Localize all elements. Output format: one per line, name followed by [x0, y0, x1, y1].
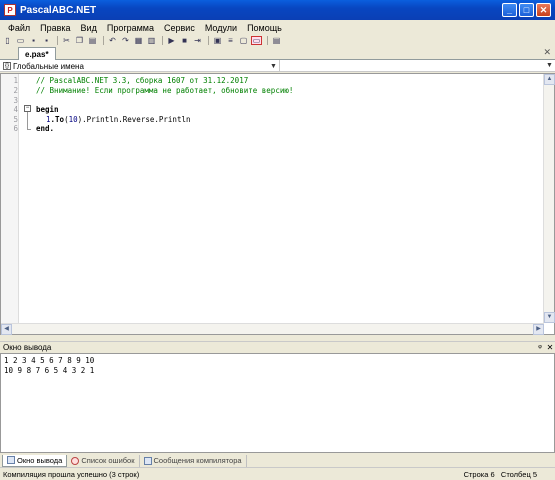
- scroll-left-icon[interactable]: ◀: [1, 324, 12, 335]
- status-bar: Компиляция прошла успешно (3 строк) Стро…: [0, 467, 555, 480]
- code-line-5: 1.To(10).Println.Reverse.Println: [46, 115, 191, 124]
- line-number: 5: [13, 115, 18, 124]
- tab-output-window[interactable]: Окно вывода: [2, 454, 68, 467]
- close-icon[interactable]: ✕: [543, 47, 551, 58]
- toolbar-separator: [103, 35, 104, 45]
- paste-icon[interactable]: ▤: [87, 36, 98, 45]
- error-icon: [71, 456, 80, 465]
- line-number-gutter: 1 2 3 4 5 6: [1, 74, 19, 334]
- toolbar-separator: [267, 35, 268, 45]
- combo-label: Глобальные имена: [13, 61, 84, 71]
- fold-margin: −: [24, 74, 34, 334]
- toolbar-separator: [162, 35, 163, 45]
- menu-file[interactable]: Файл: [3, 23, 35, 33]
- navigation-bar: {} Глобальные имена ▼ ▼: [0, 60, 555, 72]
- fold-line: [27, 112, 28, 129]
- code-line-2: // Внимание! Если программа не работает,…: [36, 86, 294, 95]
- compile-icon[interactable]: ▦: [133, 36, 144, 45]
- menu-help[interactable]: Помощь: [242, 23, 287, 33]
- new-file-icon[interactable]: ▯: [2, 36, 13, 45]
- open-folder-icon[interactable]: ▭: [15, 36, 26, 45]
- fold-end: [27, 129, 31, 130]
- copy-icon[interactable]: ❐: [74, 36, 85, 45]
- code-line-6: end.: [36, 124, 55, 133]
- vertical-scrollbar[interactable]: ▲ ▼: [543, 74, 555, 323]
- menu-program[interactable]: Программа: [102, 23, 159, 33]
- status-message: Компиляция прошла успешно (3 строк): [3, 469, 140, 479]
- namespace-icon: {}: [3, 62, 11, 70]
- cursor-position: Строка 6 Столбец 5: [464, 470, 555, 479]
- toolbar: ▯ ▭ ▪ ▪ ✂ ❐ ▤ ↶ ↷ ▦ ▥ ▶ ■ ⇥ ▣ ≡ ▢ ▭ ▤: [0, 35, 555, 45]
- menu-view[interactable]: Вид: [76, 23, 102, 33]
- close-button[interactable]: ✕: [536, 3, 551, 17]
- scroll-down-icon[interactable]: ▼: [544, 312, 555, 323]
- options-icon[interactable]: ▤: [271, 36, 282, 45]
- format-icon[interactable]: ≡: [225, 36, 236, 45]
- code-line-4: begin: [36, 105, 59, 114]
- tab-strip: e.pas* ✕: [0, 46, 555, 60]
- maximize-button[interactable]: □: [519, 3, 534, 17]
- build-icon[interactable]: ▥: [146, 36, 157, 45]
- toolbar-separator: [57, 35, 58, 45]
- fold-toggle-icon[interactable]: −: [24, 105, 31, 112]
- line-value: 6: [490, 469, 495, 479]
- save-icon[interactable]: ▪: [28, 36, 39, 45]
- chevron-down-icon[interactable]: ▼: [544, 60, 555, 71]
- tab-compiler-messages[interactable]: Сообщения компилятора: [140, 454, 247, 467]
- close-icon[interactable]: ✕: [545, 343, 555, 352]
- line-number: 3: [13, 96, 18, 105]
- tab-e-pas[interactable]: e.pas*: [18, 47, 56, 60]
- tab-label: Окно вывода: [17, 455, 63, 465]
- run-icon[interactable]: ▶: [166, 36, 177, 45]
- scroll-up-icon[interactable]: ▲: [544, 74, 555, 85]
- bottom-tab-strip: Окно вывода Список ошибок Сообщения комп…: [0, 454, 555, 467]
- output-line: 10 9 8 7 6 5 4 3 2 1: [4, 366, 95, 375]
- scroll-right-icon[interactable]: ▶: [533, 324, 544, 335]
- code-to: .To: [50, 115, 65, 124]
- chevron-down-icon[interactable]: ▼: [268, 61, 279, 72]
- toolbar-separator: [208, 35, 209, 45]
- step-into-icon[interactable]: ⇥: [192, 36, 203, 45]
- menu-bar: Файл Правка Вид Программа Сервис Модули …: [0, 20, 555, 35]
- output-panel-header: Окно вывода ᵠ ✕: [0, 341, 555, 353]
- line-number: 6: [13, 124, 18, 133]
- title-bar: P PascalABC.NET _ □ ✕: [0, 0, 555, 20]
- cut-icon[interactable]: ✂: [61, 36, 72, 45]
- debug-icon[interactable]: ▣: [212, 36, 223, 45]
- code-line-1: // PascalABC.NET 3.3, сборка 1607 от 31.…: [36, 76, 249, 85]
- code-editor[interactable]: 1 2 3 4 5 6 − // PascalABC.NET 3.3, сбор…: [0, 73, 555, 335]
- tab-error-list[interactable]: Список ошибок: [67, 454, 140, 467]
- save-all-icon[interactable]: ▪: [41, 36, 52, 45]
- column-label: Столбец: [500, 469, 531, 479]
- line-number: 2: [13, 86, 18, 95]
- output-window[interactable]: 1 2 3 4 5 6 7 8 9 10 10 9 8 7 6 5 4 3 2 …: [0, 353, 555, 453]
- code-arg: 10: [68, 115, 78, 124]
- output-line: 1 2 3 4 5 6 7 8 9 10: [4, 356, 95, 365]
- app-icon: P: [4, 4, 16, 16]
- tab-label: Список ошибок: [81, 456, 135, 465]
- menu-edit[interactable]: Правка: [35, 23, 75, 33]
- column-value: 5: [532, 469, 537, 479]
- form-icon[interactable]: ▢: [238, 36, 249, 45]
- output-window-icon: [7, 456, 15, 464]
- message-icon: [143, 456, 152, 465]
- tab-label: Сообщения компилятора: [153, 456, 242, 465]
- code-rest: ).Println.Reverse.Println: [77, 115, 191, 124]
- output-window-icon[interactable]: ▭: [251, 35, 262, 45]
- undo-icon[interactable]: ↶: [107, 36, 118, 45]
- window-title: PascalABC.NET: [20, 4, 97, 16]
- pin-icon[interactable]: ᵠ: [535, 343, 545, 352]
- line-number: 1: [13, 76, 18, 85]
- horizontal-scrollbar[interactable]: ◀ ▶: [1, 323, 544, 335]
- line-number: 4: [13, 105, 18, 114]
- global-names-combobox[interactable]: {} Глобальные имена ▼: [0, 60, 280, 72]
- members-combobox[interactable]: [280, 60, 544, 71]
- menu-modules[interactable]: Модули: [200, 23, 242, 33]
- menu-service[interactable]: Сервис: [159, 23, 200, 33]
- output-panel-title: Окно вывода: [3, 343, 52, 352]
- stop-icon[interactable]: ■: [179, 36, 190, 45]
- minimize-button[interactable]: _: [502, 3, 517, 17]
- line-label: Строка: [463, 469, 489, 479]
- redo-icon[interactable]: ↷: [120, 36, 131, 45]
